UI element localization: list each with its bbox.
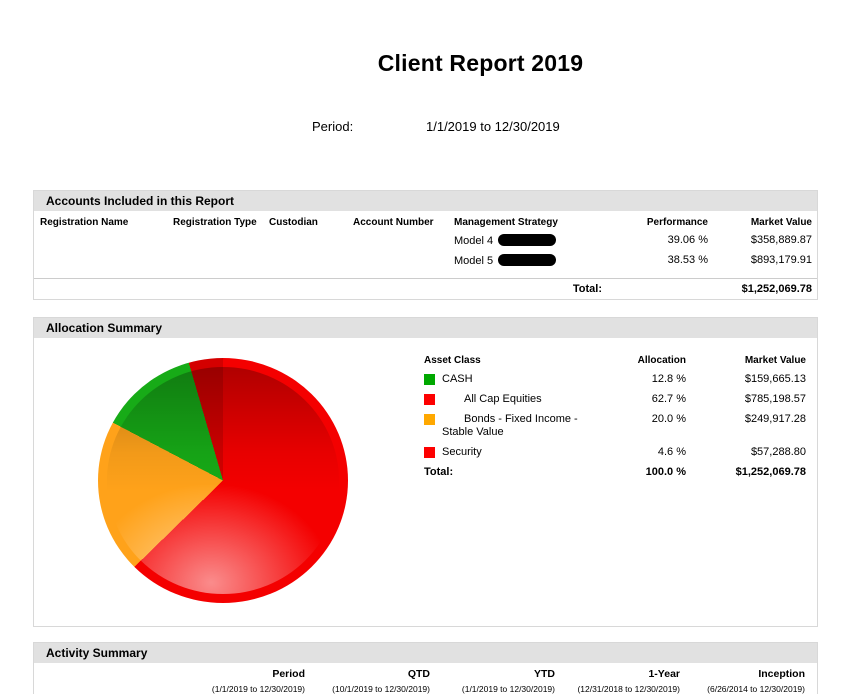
one-year-range: (12/31/2018 to 12/30/2019) [577,684,680,694]
accounts-section: Accounts Included in this Report Registr… [33,190,818,300]
col-market-value: Market Value [750,216,812,228]
strategy-label: Model 4 [454,234,494,247]
col-qtd: QTD [407,668,430,680]
market-value-cell: $358,889.87 [750,234,812,246]
pie-gloss [107,367,339,594]
page-title: Client Report 2019 [377,50,584,76]
period-range: (1/1/2019 to 12/30/2019) [211,684,305,694]
legend-row: Security 4.6 % $57,288.80 [424,446,806,459]
activity-section: Activity Summary Period QTD YTD 1-Year I… [33,642,818,694]
period-value: 1/1/2019 to 12/30/2019 [426,119,560,134]
allocation-legend: Asset Class Allocation Market Value CASH… [424,354,806,486]
market-value: $57,288.80 [750,446,806,458]
performance-cell: 38.53 % [667,254,708,266]
asset-class-label: All Cap Equities [464,393,542,405]
allocation-total-label: Total: [424,466,454,478]
allocation-section: Allocation Summary Asset Class Allocatio… [33,317,818,627]
qtd-range: (10/1/2019 to 12/30/2019) [332,684,430,694]
col-1-year: 1-Year [648,668,680,680]
col-market-value: Market Value [744,355,806,366]
report-page: Client Report 2019 Period: 1/1/2019 to 1… [0,0,851,694]
management-strategy-cell: Model 4 [454,233,634,247]
market-value: $785,198.57 [744,393,806,405]
account-row: Model 4 39.06 % $358,889.87 [34,230,817,250]
legend-row: Bonds - Fixed Income - Stable Value 20.0… [424,413,806,439]
allocation-total-percent: 100.0 % [645,466,686,478]
col-performance: Performance [646,216,708,228]
redacted-value [498,233,557,246]
col-registration-name: Registration Name [40,216,129,228]
col-period: Period [272,668,305,680]
equities-swatch-icon [424,394,435,405]
legend-row: All Cap Equities 62.7 % $785,198.57 [424,393,806,406]
allocation-value: 62.7 % [651,393,686,405]
strategy-label: Model 5 [454,254,494,267]
col-allocation: Allocation [637,355,686,366]
allocation-total-value: $1,252,069.78 [735,466,806,478]
asset-class-label: CASH [442,373,473,385]
account-row: Model 5 38.53 % $893,179.91 [34,250,817,270]
col-inception: Inception [758,668,805,680]
market-value: $159,665.13 [744,373,806,385]
accounts-total-label: Total: [572,283,602,295]
col-management-strategy: Management Strategy [454,216,558,228]
legend-row: CASH 12.8 % $159,665.13 [424,373,806,386]
legend-total-row: Total: 100.0 % $1,252,069.78 [424,466,806,479]
security-swatch-icon [424,447,435,458]
asset-class-label: Security [442,446,482,458]
allocation-section-title: Allocation Summary [34,318,817,338]
market-value: $249,917.28 [744,413,806,425]
allocation-pie-chart [98,358,348,603]
col-custodian: Custodian [269,216,318,228]
legend-header: Asset Class Allocation Market Value [424,354,806,367]
activity-section-title: Activity Summary [34,643,817,663]
allocation-value: 20.0 % [651,413,686,425]
performance-cell: 39.06 % [667,234,708,246]
inception-range: (6/26/2014 to 12/30/2019) [707,684,805,694]
accounts-total-value: $1,252,069.78 [741,283,812,295]
accounts-total-row: Total: $1,252,069.78 [34,278,817,299]
accounts-table-header: Registration Name Registration Type Cust… [34,214,817,230]
asset-class-label: Bonds - Fixed Income - Stable Value [442,413,578,438]
col-asset-class: Asset Class [424,355,481,366]
allocation-value: 12.8 % [651,373,686,385]
bonds-swatch-icon [424,414,435,425]
allocation-value: 4.6 % [657,446,686,458]
col-registration-type: Registration Type [173,216,257,228]
col-account-number: Account Number [353,216,434,228]
empty-cell [40,684,180,694]
col-ytd: YTD [534,668,555,680]
ytd-range: (1/1/2019 to 12/30/2019) [461,684,555,694]
period-label: Period: [312,119,354,134]
activity-date-ranges: (1/1/2019 to 12/30/2019) (10/1/2019 to 1… [34,684,817,694]
accounts-section-title: Accounts Included in this Report [34,191,817,211]
market-value-cell: $893,179.91 [750,254,812,266]
redacted-value [498,253,557,266]
activity-table-header: Period QTD YTD 1-Year Inception [34,668,817,680]
management-strategy-cell: Model 5 [454,253,634,267]
empty-cell [40,668,180,680]
cash-swatch-icon [424,374,435,385]
